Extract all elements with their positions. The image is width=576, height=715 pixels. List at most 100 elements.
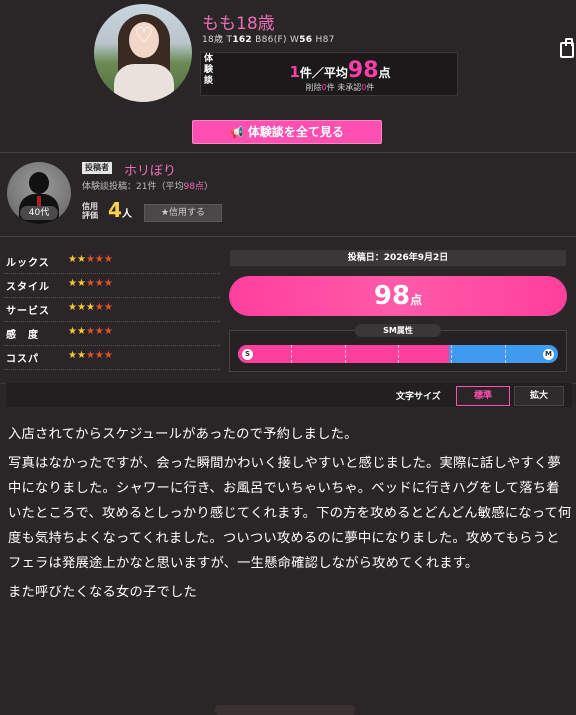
taikendan-label: 体験談 (204, 54, 214, 86)
star-icon: ★ (85, 254, 95, 265)
hip-label: H (315, 35, 323, 45)
sm-meter (238, 345, 558, 363)
rating-label: スタイル (6, 282, 50, 293)
font-size-normal-button[interactable]: 標準 (456, 386, 510, 406)
rating-stars: ★★★★★ (68, 254, 113, 265)
trust-number: 4 (108, 198, 122, 222)
star-icon: ★ (103, 278, 113, 289)
count-unit: 件／平均 (299, 66, 348, 80)
star-icon: ★ (94, 254, 104, 265)
star-icon: ★ (103, 254, 113, 265)
sm-s-marker: S (242, 349, 253, 360)
posts-label: 体験談投稿： (82, 182, 137, 192)
rating-stars: ★★★★★ (68, 350, 113, 361)
sm-divider (398, 345, 399, 363)
view-all-reviews-button[interactable]: 📢 体験談を全て見る (192, 120, 382, 144)
bookmark-icon[interactable] (560, 38, 574, 58)
star-icon: ★ (68, 254, 77, 265)
unapproved-unit: 件 (366, 83, 375, 92)
waist-label: W (289, 35, 300, 45)
star-icon: ★ (94, 278, 104, 289)
score-bar: 98点 (229, 276, 567, 316)
deleted-unit: 件 (326, 83, 335, 92)
rating-label: サービス (6, 306, 50, 317)
star-icon: ★ (85, 302, 95, 313)
star-icon: ★ (94, 350, 104, 361)
star-icon: ★ (103, 326, 113, 337)
rating-row: コスパ ★★★★★ (4, 346, 220, 370)
trust-label: 信用評価 (82, 202, 98, 220)
star-icon: ★ (68, 326, 77, 337)
star-icon: ★ (76, 350, 86, 361)
star-icon: ★ (85, 350, 95, 361)
average-unit: 点 (378, 66, 391, 80)
sm-meter-fill (238, 345, 449, 363)
unapproved-label: 未承認 (337, 83, 362, 92)
score-unit: 点 (410, 293, 423, 307)
review-paragraph: 写真はなかったですが、会った瞬間かわいく接しやすいと感じました。実際に話しやすく… (8, 456, 572, 571)
girl-photo[interactable]: ♡ (94, 4, 192, 102)
trust-unit: 人 (121, 209, 132, 220)
sm-m-marker: M (543, 349, 554, 360)
rating-row: 感 度 ★★★★★ (4, 322, 220, 346)
hip-value: 87 (322, 35, 335, 45)
rating-row: サービス ★★★★★ (4, 298, 220, 322)
avg-close: ） (203, 182, 213, 192)
sm-label: SM属性 (355, 324, 441, 337)
footer-fade (215, 705, 355, 715)
girl-name[interactable]: もも18歳 (202, 9, 275, 34)
star-icon: ★ (68, 302, 77, 313)
review-body: 入店されてからスケジュールがあったので予約しました。 写真はなかったですが、会っ… (8, 422, 573, 609)
rating-stars: ★★★★★ (68, 278, 113, 289)
girl-profile-header: ♡ もも18歳 18歳 T162 B86(F) W56 H87 体験談 1件／平… (0, 0, 576, 160)
sm-divider (505, 345, 506, 363)
trust-value: 4人 (108, 198, 132, 222)
poster-stats: 体験談投稿：21件（平均98点） (82, 179, 213, 192)
sm-divider (291, 345, 292, 363)
waist-value: 56 (299, 35, 313, 45)
rating-row: ルックス ★★★★★ (4, 250, 220, 274)
rating-label: 感 度 (6, 330, 39, 341)
average-score: 98 (347, 58, 379, 83)
star-icon: ★ (76, 326, 86, 337)
review-paragraph: また呼びたくなる女の子でした (8, 585, 197, 600)
rating-stars: ★★★★★ (68, 302, 113, 313)
rating-stars: ★★★★★ (68, 326, 113, 337)
avg-open: （平均 (156, 182, 184, 192)
font-size-large-button[interactable]: 拡大 (514, 386, 564, 406)
star-icon: ★ (94, 326, 104, 337)
star-icon: ★ (76, 278, 86, 289)
posts-count: 21件 (136, 182, 157, 192)
star-icon: ★ (76, 254, 86, 265)
star-icon: ★ (85, 278, 95, 289)
poster-avg: 98点 (183, 182, 204, 192)
font-size-label: 文字サイズ (396, 392, 441, 402)
taikendan-sub: 削除0件 未承認0件 (240, 82, 440, 93)
deleted-label: 削除 (305, 83, 322, 92)
rating-row: スタイル ★★★★★ (4, 274, 220, 298)
megaphone-icon: 📢 (230, 126, 244, 139)
star-icon: ★ (103, 302, 113, 313)
star-icon: ★ (94, 302, 104, 313)
poster-age-badge: 40代 (20, 206, 58, 220)
star-icon: ★ (68, 278, 77, 289)
star-icon: ★ (85, 326, 95, 337)
poster-name[interactable]: ホリぼり (124, 160, 176, 179)
rating-label: ルックス (6, 258, 50, 269)
sm-divider (451, 345, 452, 363)
height-value: 162 (232, 35, 252, 45)
girl-measurements: 18歳 T162 B86(F) W56 H87 (202, 32, 335, 45)
divider (0, 236, 576, 237)
divider (0, 152, 576, 153)
star-icon: ★ (103, 350, 113, 361)
post-date: 投稿日：2026年9月2日 (230, 250, 566, 266)
review-count: 1 (289, 63, 300, 81)
age-height-label: 18歳 T (202, 35, 233, 45)
rating-label: コスパ (6, 354, 39, 365)
taikendan-count: 1件／平均98点 (240, 58, 440, 83)
heart-icon: ♡ (134, 24, 154, 49)
poster-tag: 投稿者 (82, 162, 112, 174)
star-icon: ★ (76, 302, 86, 313)
trust-button[interactable]: ★信用する (144, 204, 222, 222)
bust-value: 86(F) (261, 35, 287, 45)
